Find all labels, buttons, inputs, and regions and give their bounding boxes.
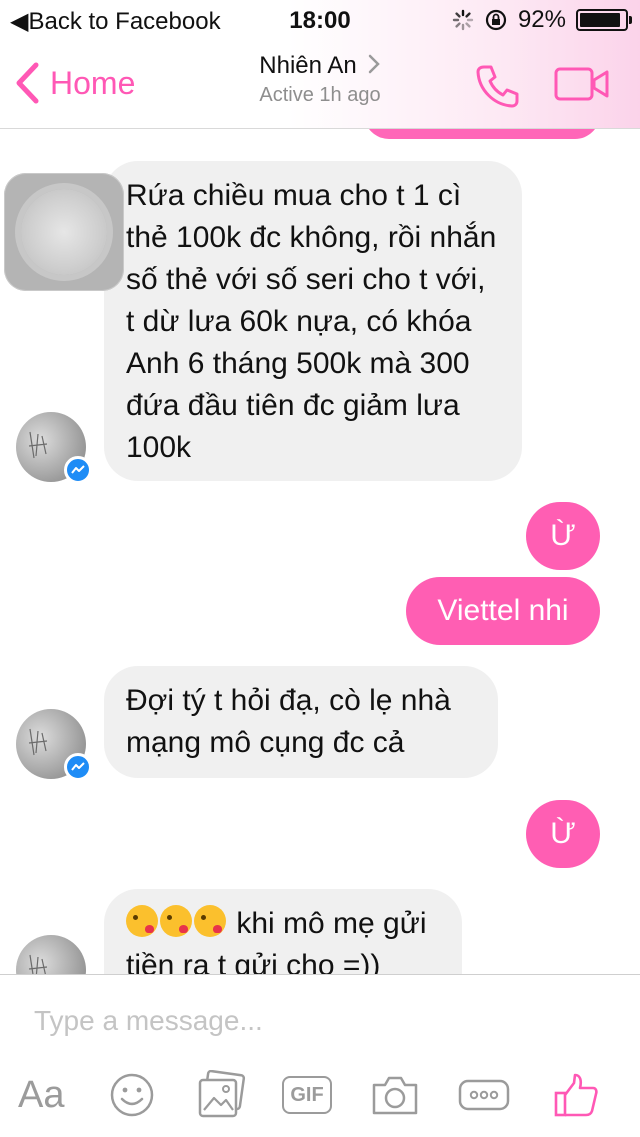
contact-avatar[interactable] — [16, 935, 86, 974]
sticker-circle — [21, 189, 107, 275]
emoji-icon[interactable] — [108, 1067, 156, 1123]
contact-avatar[interactable] — [16, 709, 92, 781]
message-text: Đợi tý t hỏi đạ, cò lẹ nhà mạng mô cụng … — [126, 684, 451, 759]
message-text: Rứa chiều mua cho t 1 cì thẻ 100k đc khô… — [126, 179, 497, 464]
message-text: Viettel nhi — [437, 594, 569, 627]
incoming-message-bubble[interactable]: Rứa chiều mua cho t 1 cì thẻ 100k đc khô… — [104, 161, 522, 481]
rotation-lock-icon — [485, 9, 507, 31]
battery-percent: 92% — [517, 6, 566, 33]
top-bar: ◀Back to Facebook 18:00 92% Home Nhiên A… — [0, 0, 640, 129]
message-input[interactable]: Type a message... — [34, 1005, 263, 1037]
kissing-heart-emoji — [160, 905, 192, 937]
gif-label: GIF — [290, 1083, 324, 1106]
phone-call-icon[interactable] — [474, 62, 522, 115]
messenger-badge-icon — [64, 753, 92, 781]
activity-spinner-icon — [452, 9, 474, 31]
outgoing-message-bubble[interactable]: Ừ — [526, 502, 600, 570]
contact-avatar[interactable] — [16, 412, 92, 484]
sticker-image[interactable] — [4, 173, 124, 291]
camera-icon[interactable] — [370, 1067, 420, 1123]
text-format-button[interactable]: Aa — [18, 1067, 64, 1123]
avatar-sketch — [28, 728, 48, 756]
gif-icon: GIF — [282, 1076, 332, 1114]
previous-outgoing-bubble — [364, 129, 600, 139]
status-bar: ◀Back to Facebook 18:00 92% — [0, 0, 640, 40]
battery-icon — [576, 9, 632, 31]
battery-fill — [580, 13, 620, 27]
avatar-sketch — [28, 431, 48, 459]
video-call-icon[interactable] — [554, 66, 610, 107]
incoming-message-bubble[interactable]: Đợi tý t hỏi đạ, cò lẹ nhà mạng mô cụng … — [104, 666, 498, 778]
conversation-header[interactable]: Nhiên An Active 1h ago — [0, 52, 640, 107]
avatar-sketch — [28, 954, 48, 974]
composer-toolbar: Aa GIF — [0, 1067, 640, 1123]
outgoing-message-bubble[interactable]: Viettel nhi — [406, 577, 600, 645]
kissing-heart-emoji — [126, 905, 158, 937]
incoming-message-bubble[interactable]: khi mô mẹ gửi tiền ra t gửi cho =)) — [104, 889, 462, 974]
like-icon[interactable] — [552, 1067, 600, 1123]
kissing-heart-emoji — [194, 905, 226, 937]
message-text: Ừ — [550, 519, 576, 552]
composer: Type a message... Aa GIF — [0, 974, 640, 1137]
gallery-icon[interactable] — [196, 1067, 248, 1123]
status-indicators: 92% — [452, 6, 632, 34]
presence-status: Active 1h ago — [259, 84, 381, 106]
chevron-right-icon — [368, 54, 380, 74]
outgoing-message-bubble[interactable]: Ừ — [526, 800, 600, 868]
message-thread[interactable]: Rứa chiều mua cho t 1 cì thẻ 100k đc khô… — [0, 129, 640, 974]
more-options-icon[interactable] — [458, 1067, 510, 1123]
messenger-badge-icon — [64, 456, 92, 484]
message-text: Ừ — [550, 817, 576, 850]
gif-button[interactable]: GIF — [282, 1067, 332, 1123]
contact-name: Nhiên An — [259, 52, 357, 79]
